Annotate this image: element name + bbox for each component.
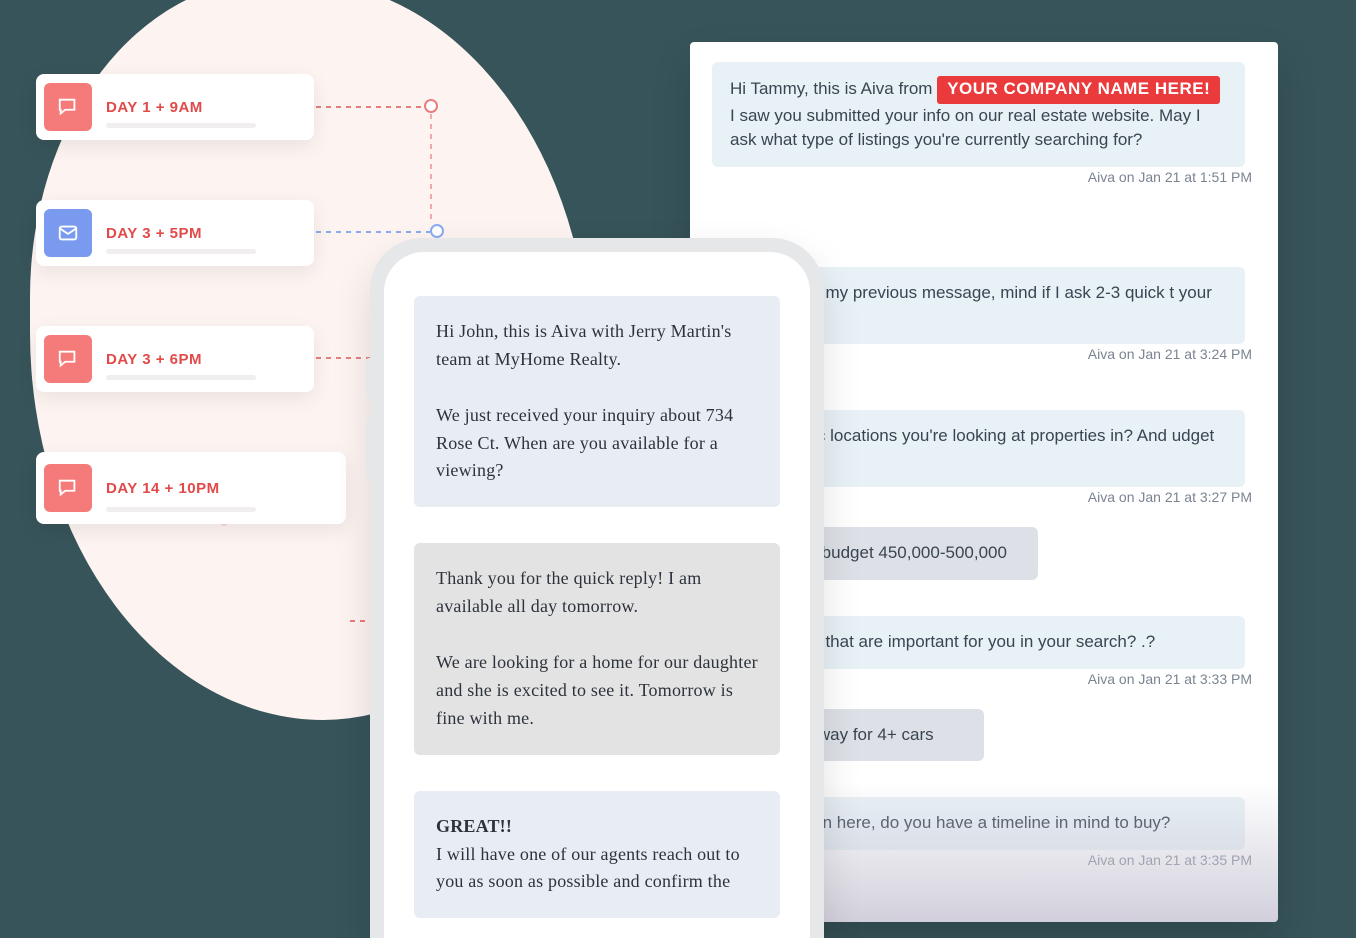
timeline-column: DAY 1 + 9AM DAY 3 + 5PM DAY 3 + 6PM DAY … — [36, 74, 346, 584]
timeline-label: DAY 14 + 10PM — [106, 480, 220, 497]
chat-icon — [44, 83, 92, 131]
timeline-label: DAY 1 + 9AM — [106, 99, 203, 116]
phone-side-button — [366, 418, 370, 478]
timeline-card[interactable]: DAY 14 + 10PM — [36, 452, 346, 524]
mail-icon — [44, 209, 92, 257]
sms-incoming: Hi John, this is Aiva with Jerry Martin'… — [414, 296, 780, 507]
sms-text: I will have one of our agents reach out … — [436, 844, 740, 892]
placeholder-line — [106, 375, 256, 380]
company-name-badge: YOUR COMPANY NAME HERE! — [937, 76, 1220, 104]
phone-side-button — [366, 358, 370, 398]
chat-message: Hi Tammy, this is Aiva from YOUR COMPANY… — [712, 62, 1245, 167]
phone-screen: Hi John, this is Aiva with Jerry Martin'… — [384, 252, 810, 938]
chat-text: I saw you submitted your info on our rea… — [730, 106, 1201, 150]
chat-icon — [44, 464, 92, 512]
sms-outgoing: Thank you for the quick reply! I am avai… — [414, 543, 780, 754]
placeholder-line — [106, 507, 256, 512]
phone-mockup: Hi John, this is Aiva with Jerry Martin'… — [370, 238, 824, 938]
timeline-card[interactable]: DAY 1 + 9AM — [36, 74, 314, 140]
placeholder-line — [106, 249, 256, 254]
chat-meta: Aiva on Jan 21 at 1:51 PM — [712, 169, 1252, 185]
chat-icon — [44, 335, 92, 383]
chat-text: Hi Tammy, this is Aiva from — [730, 79, 937, 98]
timeline-card[interactable]: DAY 3 + 5PM — [36, 200, 314, 266]
connector-vertical — [430, 114, 432, 224]
sms-emphasis: GREAT!! — [436, 816, 512, 836]
placeholder-line — [106, 123, 256, 128]
timeline-label: DAY 3 + 6PM — [106, 351, 202, 368]
sms-incoming: GREAT!! I will have one of our agents re… — [414, 791, 780, 919]
timeline-label: DAY 3 + 5PM — [106, 225, 202, 242]
timeline-node — [430, 224, 444, 238]
timeline-card[interactable]: DAY 3 + 6PM — [36, 326, 314, 392]
timeline-node — [424, 99, 438, 113]
